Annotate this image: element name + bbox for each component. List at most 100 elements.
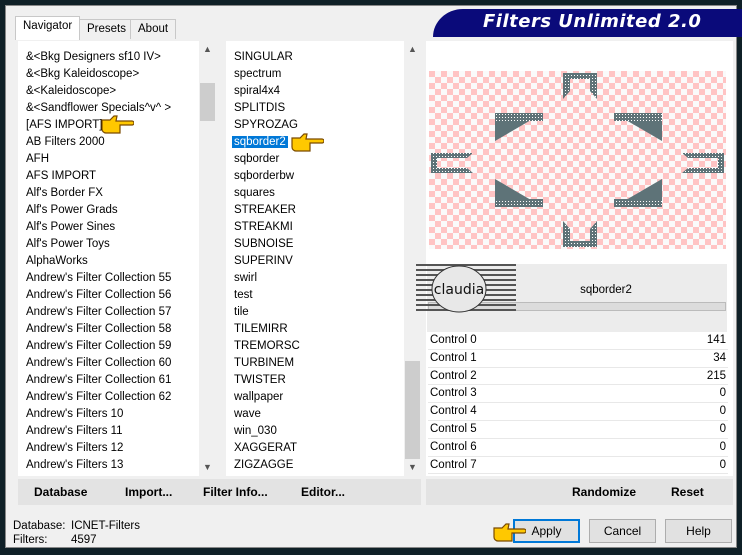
list-item[interactable]: swirl	[234, 270, 257, 287]
list-item[interactable]: Andrew's Filters 12	[26, 440, 123, 457]
list-item[interactable]: squares	[234, 185, 275, 202]
list-item[interactable]: TILEMIRR	[234, 321, 288, 338]
scroll-up-icon[interactable]: ▲	[404, 41, 421, 58]
list-item[interactable]: sqborder	[234, 151, 279, 168]
category-scrollbar[interactable]: ▲ ▼	[199, 41, 216, 476]
svg-text:claudia: claudia	[434, 282, 484, 298]
list-item-label: &<Bkg Designers sf10 IV>	[26, 51, 161, 63]
pointing-hand-icon	[101, 115, 134, 134]
list-item[interactable]: AlphaWorks	[26, 253, 88, 270]
list-item[interactable]: Andrew's Filter Collection 62	[26, 389, 171, 406]
list-item[interactable]: TWISTER	[234, 372, 286, 389]
list-item[interactable]: ZIGZAGGE	[234, 457, 293, 474]
filter-scrollbar[interactable]: ▲ ▼	[404, 41, 421, 476]
category-list[interactable]: Andrew's Filters 13 Andrew's Filters 12 An…	[18, 41, 216, 476]
list-item[interactable]: Andrew's Filter Collection 59	[26, 338, 171, 355]
list-item[interactable]: tile	[234, 304, 249, 321]
list-item[interactable]: Andrew's Filters 10	[26, 406, 123, 423]
tab-about[interactable]: About	[130, 19, 177, 39]
filter-list[interactable]: ZIGZAGGE XAGGERAT win_030 wave wallpaper TWIS…	[226, 41, 421, 476]
scroll-down-icon[interactable]: ▼	[199, 459, 216, 476]
list-item[interactable]: AFH	[26, 151, 49, 168]
list-item[interactable]: wallpaper	[234, 389, 283, 406]
list-item[interactable]: &<Sandflower Specials^v^ >	[26, 100, 171, 117]
list-item[interactable]: SPYROZAG	[234, 117, 298, 134]
list-item-label: Andrew's Filters 13	[26, 459, 124, 471]
list-item[interactable]: spiral4x4	[234, 83, 280, 100]
list-item[interactable]: AB Filters 2000	[26, 134, 105, 151]
list-item-label: sqborder	[234, 153, 280, 165]
list-item[interactable]: Andrew's Filters 13	[26, 457, 123, 474]
list-item[interactable]: Andrew's Filter Collection 56	[26, 287, 171, 304]
scroll-down-icon[interactable]: ▼	[404, 459, 421, 476]
filters-unlimited-dialog: Filters Unlimited 2.0 Navigator Presets …	[5, 5, 742, 548]
list-item[interactable]: wave	[234, 406, 261, 423]
list-item-label: STREAKER	[234, 204, 296, 216]
list-item[interactable]: Andrew's Filter Collection 57	[26, 304, 171, 321]
list-item[interactable]: &<Bkg Designers sf10 IV>	[26, 49, 161, 66]
control-buttons: Randomize Reset	[426, 479, 733, 505]
list-item[interactable]: SINGULAR	[234, 49, 293, 66]
database-button[interactable]: Database	[34, 485, 87, 499]
list-item[interactable]: Andrew's Filter Collection 61	[26, 372, 171, 389]
import-button[interactable]: Import...	[125, 485, 172, 499]
control-slider-row[interactable]: Control 5 0	[428, 421, 728, 439]
list-item[interactable]: SPLITDIS	[234, 100, 285, 117]
control-slider-row[interactable]: Control 4 0	[428, 403, 728, 421]
list-item-label: Andrew's Filter Collection 55	[26, 272, 172, 284]
scroll-thumb[interactable]	[200, 83, 215, 121]
list-item[interactable]: TREMORSC	[234, 338, 300, 355]
list-item[interactable]: SUPERINV	[234, 253, 293, 270]
list-item-label: Andrew's Filter Collection 61	[26, 374, 172, 386]
app-title: Filters Unlimited 2.0	[433, 9, 742, 37]
list-item-label: SPLITDIS	[234, 102, 286, 114]
help-button[interactable]: Help	[665, 519, 732, 543]
list-item-label: TURBINEM	[234, 357, 295, 369]
list-item[interactable]: Alf's Border FX	[26, 185, 103, 202]
list-item[interactable]: STREAKER	[234, 202, 296, 219]
scroll-up-icon[interactable]: ▲	[199, 41, 216, 58]
control-slider-row[interactable]: Control 7 0	[428, 456, 728, 475]
tab-navigator[interactable]: Navigator	[15, 16, 81, 40]
editor-button[interactable]: Editor...	[301, 485, 345, 499]
list-item[interactable]: sqborderbw	[234, 168, 294, 185]
list-item-label: Andrew's Filter Collection 62	[26, 391, 172, 403]
list-item[interactable]: AFS IMPORT	[26, 168, 96, 185]
reset-button[interactable]: Reset	[671, 485, 704, 499]
list-item[interactable]: TURBINEM	[234, 355, 294, 372]
list-item[interactable]: spectrum	[234, 66, 281, 83]
list-item-label: AFH	[26, 153, 49, 165]
control-slider-row[interactable]: Control 6 0	[428, 438, 728, 457]
filters-count-label: Filters:	[13, 534, 48, 546]
control-slider-row[interactable]: Control 2 215	[428, 367, 728, 386]
control-slider-row[interactable]: Control 1 34	[428, 349, 728, 368]
list-item[interactable]: sqborder2	[232, 134, 288, 151]
list-item[interactable]: Andrew's Filter Collection 58	[26, 321, 171, 338]
list-item[interactable]: STREAKMI	[234, 219, 293, 236]
control-slider-row[interactable]: Control 0 141	[428, 332, 728, 350]
scroll-thumb[interactable]	[405, 361, 420, 459]
filter-info-button[interactable]: Filter Info...	[203, 485, 268, 499]
list-item-label: swirl	[234, 272, 257, 284]
list-item[interactable]: [AFS IMPORT]	[26, 117, 102, 134]
control-slider-row[interactable]: Control 3 0	[428, 385, 728, 404]
list-item[interactable]: Andrew's Filters 11	[26, 423, 123, 440]
list-item[interactable]: test	[234, 287, 253, 304]
list-item[interactable]: XAGGERAT	[234, 440, 297, 457]
cancel-button[interactable]: Cancel	[589, 519, 656, 543]
list-item[interactable]: win_030	[234, 423, 277, 440]
list-item-label: Alf's Power Grads	[26, 204, 118, 216]
list-item[interactable]: Alf's Power Toys	[26, 236, 110, 253]
list-item[interactable]: SUBNOISE	[234, 236, 293, 253]
list-item[interactable]: Alf's Power Sines	[26, 219, 115, 236]
list-item-label: Alf's Border FX	[26, 187, 103, 199]
randomize-button[interactable]: Randomize	[572, 485, 636, 499]
list-item[interactable]: Andrew's Filter Collection 55	[26, 270, 171, 287]
list-item[interactable]: &<Kaleidoscope>	[26, 83, 116, 100]
list-item[interactable]: Alf's Power Grads	[26, 202, 118, 219]
list-item[interactable]: &<Bkg Kaleidoscope>	[26, 66, 139, 83]
control-label: Control 6	[430, 440, 477, 453]
list-item-label: &<Kaleidoscope>	[26, 85, 117, 97]
list-item[interactable]: Andrew's Filter Collection 60	[26, 355, 171, 372]
tab-presets[interactable]: Presets	[79, 19, 134, 39]
